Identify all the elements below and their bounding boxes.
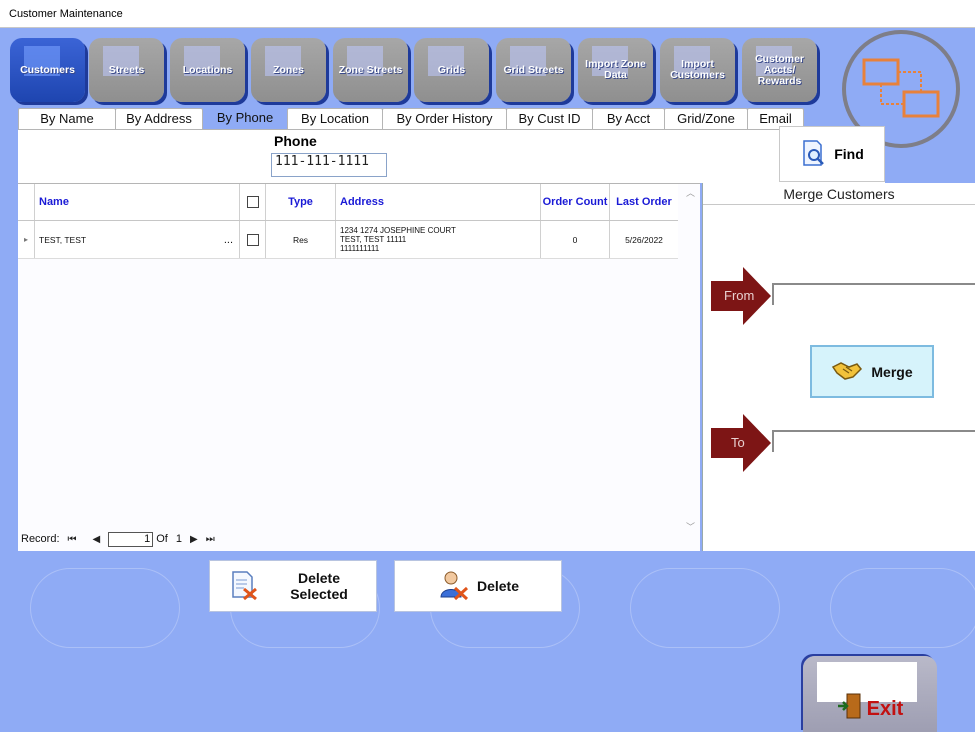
table-row[interactable]: ▸ TEST, TEST ... Res 1234 1274 JOSEPHINE… xyxy=(18,221,678,259)
column-order-count[interactable]: Order Count xyxy=(541,184,610,220)
handshake-icon xyxy=(831,359,863,384)
to-arrow-icon: To xyxy=(711,414,771,472)
select-all-checkbox[interactable] xyxy=(246,196,259,208)
phone-input[interactable]: 111-111-1111 xyxy=(271,153,387,177)
record-current-input[interactable]: 1 xyxy=(108,531,154,547)
exit-label: Exit xyxy=(866,697,904,720)
app-body: Customers Streets Locations Zones Zone S… xyxy=(0,28,975,732)
find-icon xyxy=(800,139,826,170)
column-type[interactable]: Type xyxy=(266,184,336,220)
scroll-down-icon[interactable]: ﹀ xyxy=(686,520,695,533)
scroll-up-icon[interactable]: ︿ xyxy=(686,186,695,199)
next-record-icon[interactable]: ▶ xyxy=(190,534,198,545)
row-selector-icon[interactable]: ▸ xyxy=(18,221,35,258)
delete-selected-label: Delete Selected xyxy=(290,570,348,602)
tab-grid-zone[interactable]: Grid/Zone xyxy=(664,108,748,130)
last-record-icon[interactable]: ⏭ xyxy=(206,534,215,545)
merge-to-field[interactable] xyxy=(772,430,975,452)
nav-customer-accts-rewards-button[interactable]: Customer Accts/ Rewards xyxy=(742,38,817,102)
merge-from-field[interactable] xyxy=(772,283,975,305)
column-name[interactable]: Name xyxy=(35,184,240,220)
record-total: 1 xyxy=(175,533,182,545)
delete-button[interactable]: Delete xyxy=(394,560,562,612)
nav-grid-streets-button[interactable]: Grid Streets xyxy=(496,38,571,102)
row-checkbox[interactable] xyxy=(246,233,259,246)
find-button[interactable]: Find xyxy=(779,126,885,182)
nav-grids-button[interactable]: Grids xyxy=(414,38,489,102)
grid-header: Name Type Address Order Count Last Order xyxy=(18,184,678,221)
watermark-logo xyxy=(30,568,180,648)
customer-grid: Name Type Address Order Count Last Order… xyxy=(18,183,700,551)
tab-by-address[interactable]: By Address xyxy=(115,108,203,130)
row-last-order: 5/26/2022 xyxy=(625,234,663,245)
nav-import-customers-button[interactable]: Import Customers xyxy=(660,38,735,102)
nav-import-zone-data-button[interactable]: Import Zone Data xyxy=(578,38,653,102)
tab-by-location[interactable]: By Location xyxy=(287,108,383,130)
tab-by-name[interactable]: By Name xyxy=(18,108,116,130)
row-ellipsis-button[interactable]: ... xyxy=(224,234,233,246)
window-title: Customer Maintenance xyxy=(9,8,123,20)
delete-label: Delete xyxy=(476,578,520,594)
phone-label: Phone xyxy=(274,133,317,149)
column-last-order[interactable]: Last Order xyxy=(610,184,678,220)
from-arrow-icon: From xyxy=(711,267,771,325)
to-label: To xyxy=(731,435,745,450)
merge-label: Merge xyxy=(871,363,913,380)
delete-document-icon xyxy=(227,569,259,604)
merge-panel: Merge Customers From Merge To xyxy=(702,183,975,551)
select-all-checkbox-cell xyxy=(240,184,266,220)
nav-zones-button[interactable]: Zones xyxy=(251,38,326,102)
tab-by-cust-id[interactable]: By Cust ID xyxy=(506,108,593,130)
delete-selected-button[interactable]: Delete Selected xyxy=(209,560,377,612)
nav-zone-streets-button[interactable]: Zone Streets xyxy=(333,38,408,102)
watermark-logo xyxy=(630,568,780,648)
delete-user-icon xyxy=(437,569,469,604)
tab-by-phone[interactable]: By Phone xyxy=(202,108,288,130)
row-type: Res xyxy=(266,221,336,258)
row-order-count: 0 xyxy=(541,221,610,258)
row-address: 1234 1274 JOSEPHINE COURT TEST, TEST 111… xyxy=(336,221,541,258)
column-address[interactable]: Address xyxy=(336,184,541,220)
first-record-icon[interactable]: ⏮ xyxy=(68,534,77,545)
title-bar: Customer Maintenance xyxy=(0,0,975,28)
exit-door-icon xyxy=(837,692,863,726)
tab-by-acct[interactable]: By Acct xyxy=(592,108,665,130)
search-panel: Phone 111-111-1111 xyxy=(18,129,885,183)
nav-locations-button[interactable]: Locations xyxy=(170,38,245,102)
exit-button[interactable]: Exit xyxy=(803,656,937,732)
nav-customers-button[interactable]: Customers xyxy=(10,38,85,102)
nav-streets-button[interactable]: Streets xyxy=(89,38,164,102)
record-of-label: Of xyxy=(156,533,168,545)
merge-title: Merge Customers xyxy=(703,183,975,205)
prev-record-icon[interactable]: ◀ xyxy=(93,534,101,545)
row-name: TEST, TEST xyxy=(39,234,87,245)
from-label: From xyxy=(724,288,755,303)
record-navigator: Record: ⏮ ◀ 1 Of 1 ▶ ⏭ xyxy=(21,531,223,547)
record-label: Record: xyxy=(21,533,60,545)
grid-vertical-scrollbar[interactable]: ︿ ﹀ xyxy=(683,184,700,536)
watermark-logo xyxy=(830,568,975,648)
merge-button[interactable]: Merge xyxy=(810,345,934,398)
find-label: Find xyxy=(834,146,864,162)
tab-by-order-history[interactable]: By Order History xyxy=(382,108,507,130)
